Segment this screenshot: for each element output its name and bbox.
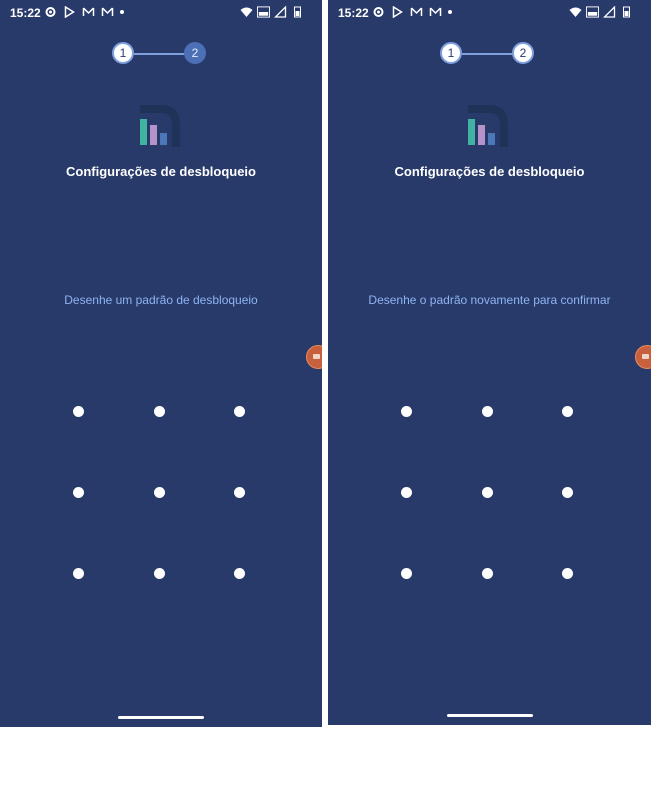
status-bar: 15:22 — [0, 0, 322, 26]
gmail-icon — [101, 7, 114, 16]
app-logo — [140, 105, 180, 147]
pattern-dot[interactable] — [562, 487, 573, 498]
pattern-dot[interactable] — [73, 406, 84, 417]
pattern-dot[interactable] — [234, 406, 245, 417]
volte-icon — [586, 6, 599, 18]
home-indicator[interactable] — [446, 714, 533, 717]
pattern-dot[interactable] — [401, 487, 412, 498]
gmail-icon — [429, 7, 442, 16]
pattern-instruction: Desenhe o padrão novamente para confirma… — [368, 293, 611, 307]
gear-icon — [373, 7, 384, 17]
wifi-icon — [569, 7, 582, 17]
pattern-dot[interactable] — [73, 568, 84, 579]
pattern-dot[interactable] — [154, 406, 165, 417]
floating-side-handle[interactable] — [306, 345, 322, 369]
battery-icon — [294, 6, 301, 18]
app-logo — [468, 105, 508, 147]
pattern-dot[interactable] — [562, 568, 573, 579]
play-store-icon — [64, 6, 75, 18]
stepper: 1 2 — [112, 42, 208, 66]
battery-icon — [623, 6, 630, 18]
page-title: Configurações de desbloqueio — [394, 164, 585, 179]
pattern-lock-grid[interactable] — [73, 406, 247, 580]
unlock-setup-screen-step-2: 15:22 1 2 Configurações de desbloqueio D… — [328, 0, 651, 725]
pattern-dot[interactable] — [401, 568, 412, 579]
unlock-setup-screen-step-1: 15:22 1 2 Configurações de desbloqueio D… — [0, 0, 322, 727]
signal-icon — [274, 6, 287, 18]
home-indicator[interactable] — [118, 716, 204, 719]
play-store-icon — [392, 6, 403, 18]
status-time: 15:22 — [10, 6, 41, 20]
pattern-dot[interactable] — [401, 406, 412, 417]
notification-dot-icon — [120, 10, 124, 14]
pattern-dot[interactable] — [154, 487, 165, 498]
gmail-icon — [410, 7, 423, 16]
page-title: Configurações de desbloqueio — [66, 164, 256, 179]
step-1-indicator: 1 — [440, 42, 462, 64]
wifi-icon — [240, 7, 253, 17]
step-2-indicator: 2 — [512, 42, 534, 64]
pattern-dot[interactable] — [562, 406, 573, 417]
step-1-indicator: 1 — [112, 42, 134, 64]
pattern-dot[interactable] — [234, 487, 245, 498]
stepper: 1 2 — [440, 42, 536, 66]
pattern-lock-grid[interactable] — [401, 406, 575, 580]
stepper-line — [134, 53, 186, 55]
handle-icon — [642, 354, 649, 359]
status-bar: 15:22 — [328, 0, 651, 26]
pattern-instruction: Desenhe um padrão de desbloqueio — [64, 293, 258, 307]
volte-icon — [257, 6, 270, 18]
gmail-icon — [82, 7, 95, 16]
notification-dot-icon — [448, 10, 452, 14]
floating-side-handle[interactable] — [635, 345, 651, 369]
pattern-dot[interactable] — [482, 568, 493, 579]
signal-icon — [603, 6, 616, 18]
handle-icon — [313, 354, 320, 359]
step-2-indicator: 2 — [184, 42, 206, 64]
pattern-dot[interactable] — [234, 568, 245, 579]
pattern-dot[interactable] — [154, 568, 165, 579]
pattern-dot[interactable] — [482, 406, 493, 417]
pattern-dot[interactable] — [482, 487, 493, 498]
gear-icon — [45, 7, 56, 17]
pattern-dot[interactable] — [73, 487, 84, 498]
stepper-line — [462, 53, 514, 55]
status-time: 15:22 — [338, 6, 369, 20]
